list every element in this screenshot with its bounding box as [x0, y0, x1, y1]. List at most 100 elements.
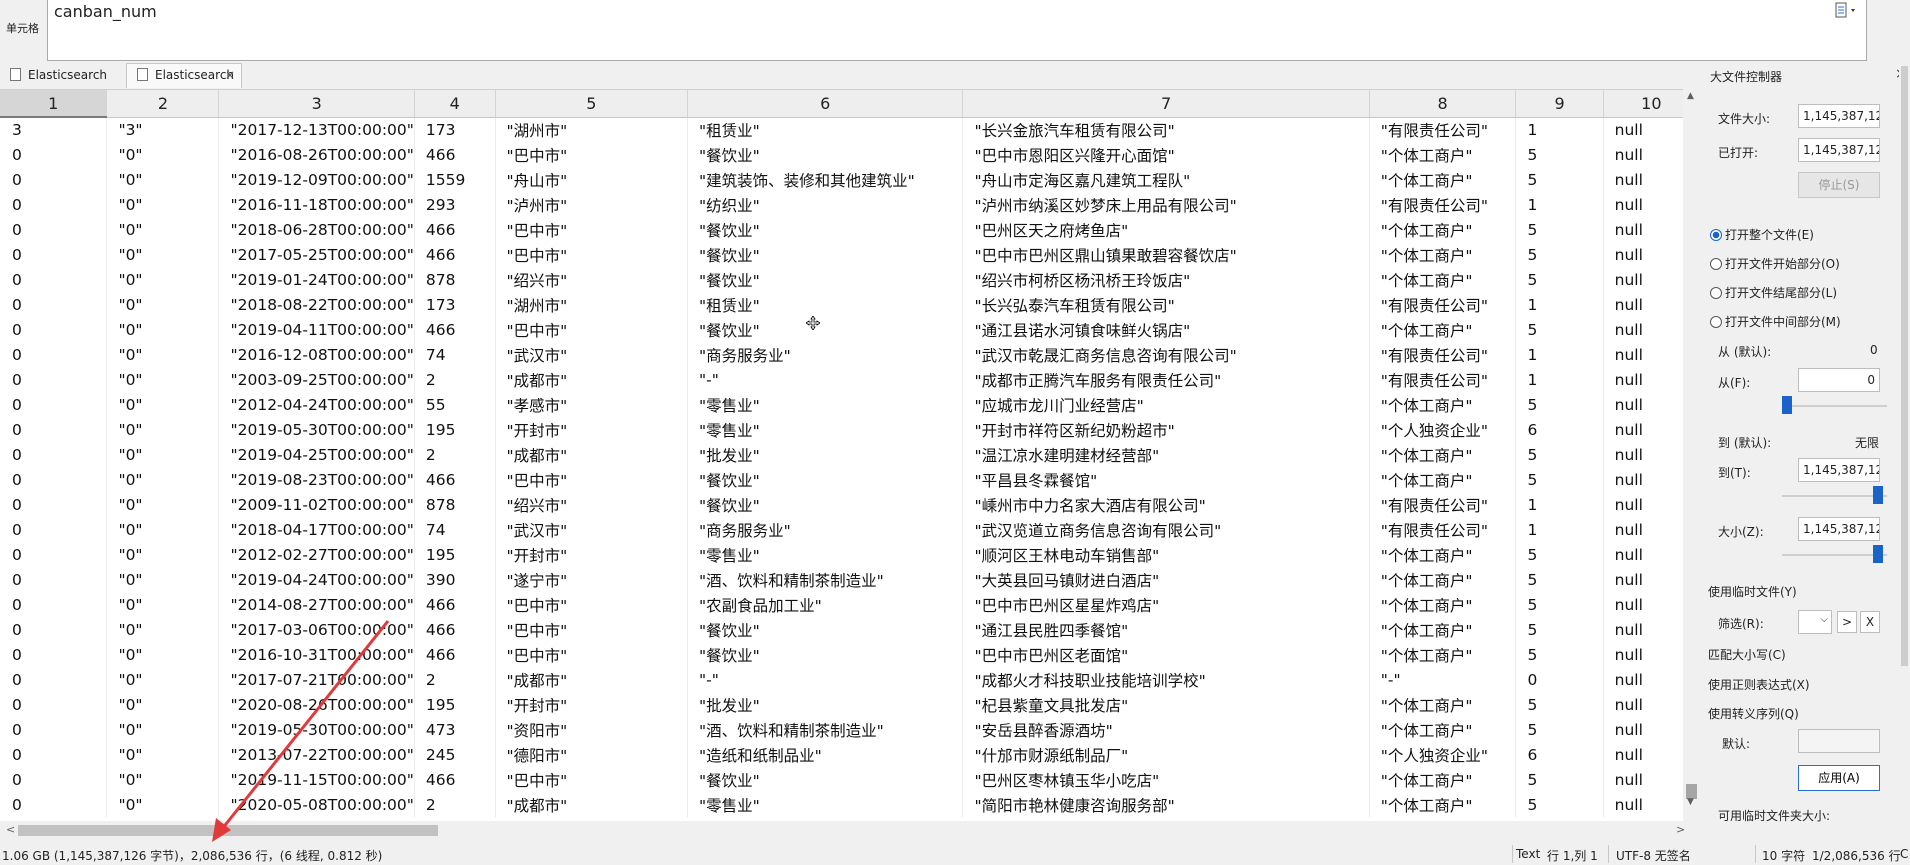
table-cell[interactable]: "通江县诺水河镇食味鲜火锅店": [962, 317, 1370, 342]
table-cell[interactable]: 1: [1515, 367, 1604, 392]
table-cell[interactable]: "2019-05-30T00:00:00": [218, 417, 415, 442]
table-cell[interactable]: 466: [414, 592, 496, 617]
table-cell[interactable]: "-": [687, 367, 964, 392]
table-cell[interactable]: "0": [106, 792, 220, 817]
table-cell[interactable]: "安岳县醉香源酒坊": [962, 717, 1370, 742]
table-cell[interactable]: "资阳市": [495, 717, 689, 742]
table-row[interactable]: 0 "0" "2019-08-23T00:00:00" 466 "巴中市" "餐饮业" "平…: [0, 467, 1700, 492]
table-cell[interactable]: "餐饮业": [687, 617, 964, 642]
table-cell[interactable]: 473: [414, 717, 496, 742]
table-cell[interactable]: "2016-12-08T00:00:00": [218, 342, 415, 367]
table-cell[interactable]: 878: [414, 492, 496, 517]
table-cell[interactable]: 5: [1515, 692, 1604, 717]
table-cell[interactable]: 6: [1515, 417, 1604, 442]
table-cell[interactable]: 0: [0, 492, 108, 517]
vertical-scrollbar[interactable]: ▲ ▼: [1683, 89, 1700, 821]
table-cell[interactable]: "个体工商户": [1369, 167, 1517, 192]
table-cell[interactable]: 0: [0, 417, 108, 442]
table-cell[interactable]: "0": [106, 342, 220, 367]
table-cell[interactable]: 55: [414, 392, 496, 417]
table-row[interactable]: 0 "0" "2012-02-27T00:00:00" 195 "开封市" "零售业" "顺…: [0, 542, 1700, 567]
table-cell[interactable]: "巴中市": [495, 217, 689, 242]
table-cell[interactable]: "个体工商户": [1369, 592, 1517, 617]
table-cell[interactable]: "开封市": [495, 417, 689, 442]
table-cell[interactable]: 0: [0, 392, 108, 417]
table-cell[interactable]: "零售业": [687, 542, 964, 567]
table-cell[interactable]: 195: [414, 542, 496, 567]
table-cell[interactable]: "巴中市巴州区星星炸鸡店": [962, 592, 1370, 617]
table-cell[interactable]: "商务服务业": [687, 517, 964, 542]
table-cell[interactable]: "个人独资企业": [1369, 417, 1517, 442]
table-cell[interactable]: 1: [1515, 342, 1604, 367]
table-cell[interactable]: "成都市": [495, 442, 689, 467]
table-cell[interactable]: "2019-01-24T00:00:00": [218, 267, 415, 292]
table-cell[interactable]: "温江凉水建明建材经营部": [962, 442, 1370, 467]
table-cell[interactable]: "顺河区王林电动车销售部": [962, 542, 1370, 567]
table-cell[interactable]: 5: [1515, 542, 1604, 567]
apply-button[interactable]: 应用(A): [1798, 765, 1880, 791]
table-cell[interactable]: "个体工商户": [1369, 392, 1517, 417]
table-cell[interactable]: "0": [106, 667, 220, 692]
table-cell[interactable]: 5: [1515, 142, 1604, 167]
table-row[interactable]: 0 "0" "2016-12-08T00:00:00" 74 "武汉市" "商务服务业" "…: [0, 342, 1700, 367]
status-mode[interactable]: Text: [1516, 847, 1540, 861]
table-cell[interactable]: "湖州市": [495, 117, 689, 142]
table-cell[interactable]: "2016-08-26T00:00:00": [218, 142, 415, 167]
table-cell[interactable]: "个体工商户": [1369, 617, 1517, 642]
table-cell[interactable]: 5: [1515, 567, 1604, 592]
table-cell[interactable]: "个体工商户": [1369, 767, 1517, 792]
table-cell[interactable]: "绍兴市柯桥区杨汛桥王玲饭店": [962, 267, 1370, 292]
table-cell[interactable]: "2017-05-25T00:00:00": [218, 242, 415, 267]
table-row[interactable]: 0 "0" "2019-05-30T00:00:00" 195 "开封市" "零售业" "开…: [0, 417, 1700, 442]
table-cell[interactable]: "巴中市巴州区鼎山镇果敢碧容餐饮店": [962, 242, 1370, 267]
table-cell[interactable]: "餐饮业": [687, 142, 964, 167]
table-cell[interactable]: "简阳市艳林健康咨询服务部": [962, 792, 1370, 817]
table-cell[interactable]: 173: [414, 292, 496, 317]
table-cell[interactable]: "0": [106, 442, 220, 467]
table-cell[interactable]: "遂宁市": [495, 567, 689, 592]
table-cell[interactable]: "有限责任公司": [1369, 492, 1517, 517]
table-cell[interactable]: 74: [414, 517, 496, 542]
table-cell[interactable]: 2: [414, 442, 496, 467]
column-header-5[interactable]: 5: [495, 90, 689, 118]
table-cell[interactable]: "成都市": [495, 667, 689, 692]
table-cell[interactable]: "0": [106, 217, 220, 242]
table-cell[interactable]: 466: [414, 467, 496, 492]
table-cell[interactable]: "杞县紫童文具批发店": [962, 692, 1370, 717]
tab-elasticsearch-2-active[interactable]: Elasticsearch ×: [126, 63, 242, 88]
table-cell[interactable]: "酒、饮料和精制茶制造业": [687, 717, 964, 742]
table-cell[interactable]: 1: [1515, 517, 1604, 542]
filter-clear-button[interactable]: X: [1860, 611, 1880, 633]
table-row[interactable]: 0 "0" "2016-08-26T00:00:00" 466 "巴中市" "餐饮业" "巴…: [0, 142, 1700, 167]
table-cell[interactable]: 0: [0, 242, 108, 267]
table-cell[interactable]: 0: [0, 717, 108, 742]
table-row[interactable]: 0 "0" "2014-08-27T00:00:00" 466 "巴中市" "农副食品加工…: [0, 592, 1700, 617]
table-cell[interactable]: "0": [106, 692, 220, 717]
table-cell[interactable]: 1: [1515, 492, 1604, 517]
table-cell[interactable]: "个体工商户": [1369, 142, 1517, 167]
status-encoding[interactable]: UTF-8 无签名: [1616, 847, 1691, 864]
table-cell[interactable]: 0: [0, 667, 108, 692]
table-cell[interactable]: "个体工商户": [1369, 217, 1517, 242]
horizontal-scrollbar[interactable]: < >: [0, 822, 1700, 839]
table-cell[interactable]: "造纸和纸制品业": [687, 742, 964, 767]
scroll-up-icon[interactable]: ▲: [1687, 91, 1694, 101]
table-row[interactable]: 0 "0" "2020-08-26T00:00:00" 195 "开封市" "批发业" "杞…: [0, 692, 1700, 717]
table-cell[interactable]: "通江县民胜四季餐馆": [962, 617, 1370, 642]
table-cell[interactable]: "-": [687, 667, 964, 692]
editor-options-icon[interactable]: [1834, 2, 1860, 20]
table-cell[interactable]: 5: [1515, 642, 1604, 667]
table-cell[interactable]: "武汉市": [495, 517, 689, 542]
table-cell[interactable]: 0: [0, 517, 108, 542]
table-cell[interactable]: "餐饮业": [687, 217, 964, 242]
table-row[interactable]: 0 "0" "2016-10-31T00:00:00" 466 "巴中市" "餐饮业" "巴…: [0, 642, 1700, 667]
table-cell[interactable]: "0": [106, 617, 220, 642]
table-cell[interactable]: "巴中市": [495, 767, 689, 792]
horizontal-scroll-thumb[interactable]: [18, 825, 438, 836]
use-escape-option[interactable]: 使用转义序列(Q): [1708, 705, 1799, 722]
table-cell[interactable]: "巴中市": [495, 317, 689, 342]
panel-scrollbar[interactable]: [1899, 62, 1910, 843]
table-cell[interactable]: 466: [414, 142, 496, 167]
table-cell[interactable]: "个体工商户": [1369, 242, 1517, 267]
table-cell[interactable]: "批发业": [687, 442, 964, 467]
